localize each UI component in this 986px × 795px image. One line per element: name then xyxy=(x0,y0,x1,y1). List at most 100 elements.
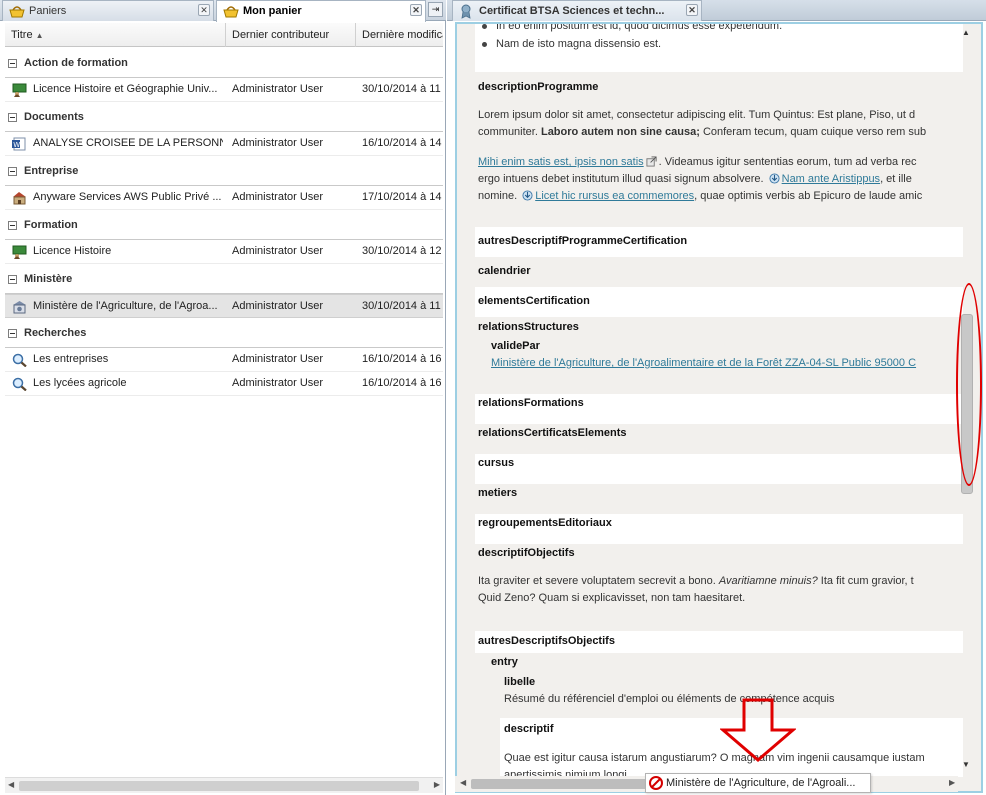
field-heading: autresDescriptifProgrammeCertification xyxy=(478,235,688,247)
field-heading: cursus xyxy=(478,457,515,469)
list-item: In eo enim positum est id, quod dicimus … xyxy=(482,24,782,35)
column-header-date[interactable]: Dernière modifica xyxy=(356,23,443,47)
list-item: Nam de isto magna dissensio est. xyxy=(482,36,661,53)
scroll-up-icon[interactable]: ▲ xyxy=(962,28,970,37)
group-header[interactable]: Action de formation xyxy=(5,48,443,78)
no-entry-icon xyxy=(649,776,663,790)
training-icon xyxy=(12,83,27,97)
field-heading: calendrier xyxy=(478,265,531,277)
collapse-toggle-icon[interactable] xyxy=(8,329,17,338)
external-link-icon[interactable] xyxy=(646,156,657,167)
paragraph-text: , et ille xyxy=(880,173,912,185)
row-date: 17/10/2014 à 14 xyxy=(362,191,442,203)
collapse-toggle-icon[interactable] xyxy=(8,167,17,176)
row-date: 30/10/2014 à 11 xyxy=(362,83,441,95)
collapse-toggle-icon[interactable] xyxy=(8,221,17,230)
left-horizontal-scrollbar[interactable]: ◀ ▶ xyxy=(5,777,443,793)
collapse-toggle-icon[interactable] xyxy=(8,113,17,122)
field-subheading: libelle xyxy=(504,676,536,688)
field-heading: descriptionProgramme xyxy=(478,81,599,93)
table-row[interactable]: Licence Histoire Administrator User 30/10/… xyxy=(5,240,443,264)
table-row[interactable]: Les entreprises Administrator User 16/10/2… xyxy=(5,348,443,372)
bullet-list: In eo enim positum est id, quod dicimus … xyxy=(475,24,963,72)
row-contributor: Administrator User xyxy=(232,137,324,149)
column-date-label: Dernière modifica xyxy=(362,29,443,41)
close-icon[interactable]: ✕ xyxy=(686,4,698,16)
paragraph-text: Conferam tecum, quam cuique verso rem su… xyxy=(699,126,927,138)
table-row[interactable]: Les lycées agricole Administrator User 16/… xyxy=(5,372,443,396)
section-metiers: metiers xyxy=(475,484,963,514)
tab-mon-panier-label: Mon panier xyxy=(243,5,302,17)
section-relations-formations: relationsFormations xyxy=(475,394,963,424)
row-contributor: Administrator User xyxy=(232,377,324,389)
section-relations-structures: relationsStructures validePar Ministère … xyxy=(475,317,963,394)
row-contributor: Administrator User xyxy=(232,353,324,365)
content-link[interactable]: Licet hic rursus ea commemores xyxy=(535,190,694,202)
paragraph-text: Quid Zeno? Quam si explicavisset, non ta… xyxy=(478,592,746,604)
section-relations-certificats-elements: relationsCertificatsElements xyxy=(475,424,963,454)
scroll-down-icon[interactable]: ▼ xyxy=(962,760,970,769)
word-document-icon: W xyxy=(12,137,27,151)
row-title: Licence Histoire et Géographie Univ... xyxy=(33,83,218,95)
pin-panel-button[interactable]: ⇥ xyxy=(428,2,443,17)
group-header[interactable]: Ministère xyxy=(5,264,443,294)
section-autres-descriptifs-objectifs: autresDescriptifsObjectifs entry libelle… xyxy=(475,631,963,777)
table-row[interactable]: Anyware Services AWS Public Privé ... Adm… xyxy=(5,186,443,210)
paragraph-text: Ita fit cum gravior, t xyxy=(817,575,914,587)
group-header[interactable]: Recherches xyxy=(5,318,443,348)
ministry-icon xyxy=(12,300,27,314)
collapse-toggle-icon[interactable] xyxy=(8,275,17,284)
tab-certificat[interactable]: Certificat BTSA Sciences et techn... ✕ xyxy=(452,0,702,21)
basket-panel: Paniers ✕ Mon panier ✕ ⇥ Titre ▲ Dernier … xyxy=(0,0,446,795)
section-cursus: cursus xyxy=(475,454,963,484)
svg-text:W: W xyxy=(13,141,20,149)
sort-ascending-icon: ▲ xyxy=(35,31,44,40)
column-header-title[interactable]: Titre ▲ xyxy=(5,23,226,47)
basket-icon xyxy=(223,6,239,18)
scroll-left-icon[interactable]: ◀ xyxy=(8,780,14,789)
group-header[interactable]: Entreprise xyxy=(5,156,443,186)
list-item-text: In eo enim positum est id, quod dicimus … xyxy=(496,24,783,32)
scrollbar-thumb[interactable] xyxy=(19,781,419,791)
field-heading: relationsCertificatsElements xyxy=(478,427,627,439)
tooltip-text: Ministère de l'Agriculture, de l'Agroali… xyxy=(666,777,856,789)
paragraph-text: Quae est igitur causa istarum angustiaru… xyxy=(504,752,925,764)
content-panel: Certificat BTSA Sciences et techn... ✕ I… xyxy=(447,0,986,795)
content-link[interactable]: Mihi enim satis est, ipsis non satis xyxy=(478,156,644,168)
table-row[interactable]: W ANALYSE CROISEE DE LA PERSONN... Adminis… xyxy=(5,132,443,156)
field-heading: elementsCertification xyxy=(478,295,590,307)
field-heading: metiers xyxy=(478,487,518,499)
scroll-left-icon[interactable]: ◀ xyxy=(460,778,466,787)
download-icon[interactable] xyxy=(769,173,780,184)
group-header[interactable]: Formation xyxy=(5,210,443,240)
field-heading: regroupementsEditoriaux xyxy=(478,517,612,529)
valide-par-link[interactable]: Ministère de l'Agriculture, de l'Agroali… xyxy=(491,357,916,369)
column-contributor-label: Dernier contributeur xyxy=(232,29,330,41)
row-title: Anyware Services AWS Public Privé ... xyxy=(33,191,222,203)
scroll-right-icon[interactable]: ▶ xyxy=(434,780,440,789)
scroll-right-icon[interactable]: ▶ xyxy=(949,778,955,787)
tab-mon-panier[interactable]: Mon panier ✕ xyxy=(216,0,426,22)
basket-icon xyxy=(9,6,25,18)
field-heading: autresDescriptifsObjectifs xyxy=(478,635,615,647)
row-date: 30/10/2014 à 11 xyxy=(362,300,441,312)
tab-paniers[interactable]: Paniers ✕ xyxy=(2,0,214,21)
section-autres-descriptif-programme: autresDescriptifProgrammeCertification xyxy=(475,227,963,257)
close-icon[interactable]: ✕ xyxy=(410,4,422,16)
table-row[interactable]: Licence Histoire et Géographie Univ... Ad… xyxy=(5,78,443,102)
paragraph-text: . Videamus igitur sententias eorum, tum … xyxy=(658,156,917,168)
download-icon[interactable] xyxy=(522,190,533,201)
scrollbar-thumb[interactable] xyxy=(471,779,651,789)
group-header[interactable]: Documents xyxy=(5,102,443,132)
close-icon[interactable]: ✕ xyxy=(198,4,210,16)
table-row[interactable]: Ministère de l'Agriculture, de l'Agroa..… xyxy=(5,294,443,318)
column-header-contributor[interactable]: Dernier contributeur xyxy=(226,23,356,47)
collapse-toggle-icon[interactable] xyxy=(8,59,17,68)
paragraph-text: communiter. xyxy=(478,126,541,138)
paragraph-line: Quae est igitur causa istarum angustiaru… xyxy=(504,750,925,767)
content-link[interactable]: Nam ante Aristippus xyxy=(782,173,880,185)
row-contributor: Administrator User xyxy=(232,245,324,257)
row-contributor: Administrator User xyxy=(232,191,324,203)
row-date: 16/10/2014 à 16 xyxy=(362,377,442,389)
annotation-ellipse xyxy=(956,283,982,486)
